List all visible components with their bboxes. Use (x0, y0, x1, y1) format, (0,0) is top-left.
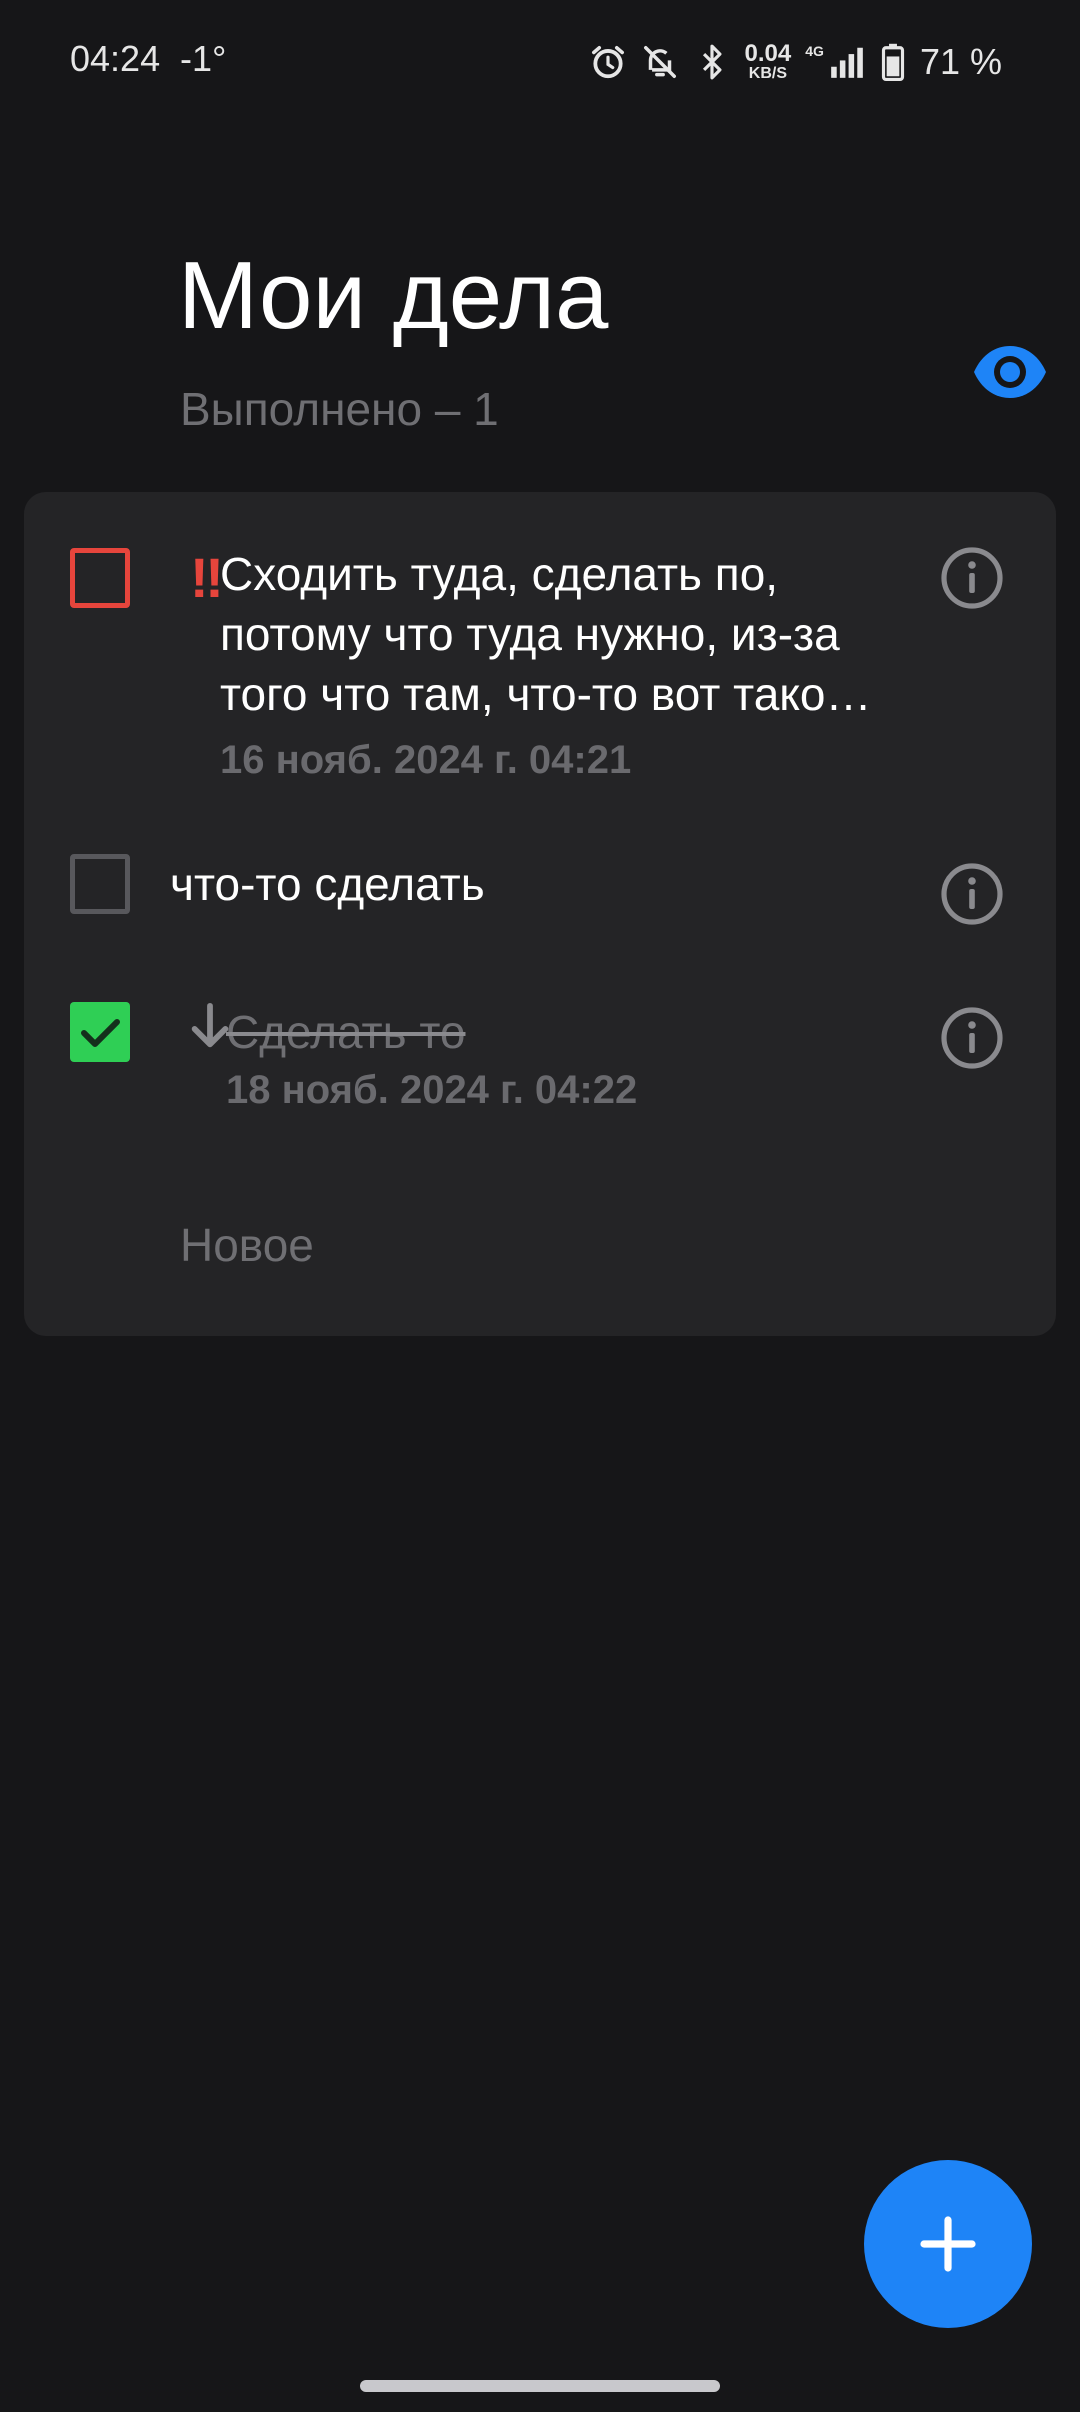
home-indicator[interactable] (360, 2380, 720, 2392)
network-speed-value: 0.04 (744, 40, 792, 67)
mobile-network: 4G (805, 43, 866, 81)
add-task-button[interactable] (864, 2160, 1032, 2328)
status-icons: 0.04 KB/S 4G 71 % (589, 38, 1002, 86)
status-temperature: -1° (180, 38, 227, 79)
task-list-card: ‼ Сходить туда, сделать по, потому что т… (24, 492, 1056, 1336)
info-icon (941, 863, 1003, 925)
network-type: 4G (805, 43, 824, 59)
eye-icon (974, 346, 1046, 398)
task-checkbox[interactable] (70, 854, 130, 914)
info-icon (941, 1007, 1003, 1069)
status-time: 04:24 (70, 38, 161, 79)
task-item[interactable]: Сделать то 18 нояб. 2024 г. 04:22 (24, 972, 1056, 1142)
info-icon (941, 547, 1003, 609)
network-speed-unit: KB/S (748, 65, 787, 82)
check-icon (81, 1019, 120, 1047)
battery-percent: 71 % (919, 41, 1002, 82)
network-speed: 0.04 KB/S (745, 42, 792, 82)
task-info-button[interactable] (940, 1006, 1004, 1070)
task-date: 16 нояб. 2024 г. 04:21 (220, 738, 632, 782)
task-title: Сделать то (226, 1006, 466, 1058)
low-priority-icon (190, 1002, 230, 1052)
task-info-button[interactable] (940, 862, 1004, 926)
plus-icon (920, 2216, 976, 2272)
high-priority-icon: ‼ (190, 546, 224, 609)
task-checkbox[interactable] (70, 548, 130, 608)
bluetooth-icon (693, 43, 731, 81)
page-title: Мои дела (178, 242, 609, 349)
task-checkbox[interactable] (70, 1002, 130, 1062)
signal-icon (828, 43, 866, 81)
status-bar: 04:24 -1° 0.04 KB/S 4G 71 % (0, 0, 1080, 124)
task-title: что-то сделать (170, 858, 485, 910)
task-title: Сходить туда, сделать по, потому что туд… (220, 548, 872, 720)
battery-icon (880, 43, 906, 81)
task-date: 18 нояб. 2024 г. 04:22 (226, 1068, 638, 1112)
alarm-icon (589, 43, 627, 81)
notifications-off-icon (641, 43, 679, 81)
toggle-visibility-button[interactable] (970, 340, 1050, 404)
task-item[interactable]: ‼ Сходить туда, сделать по, потому что т… (24, 492, 1056, 782)
new-task-input[interactable]: Новое (180, 1218, 314, 1272)
task-info-button[interactable] (940, 546, 1004, 610)
completed-count: Выполнено – 1 (180, 383, 499, 435)
task-item[interactable]: что-то сделать (24, 822, 1056, 942)
